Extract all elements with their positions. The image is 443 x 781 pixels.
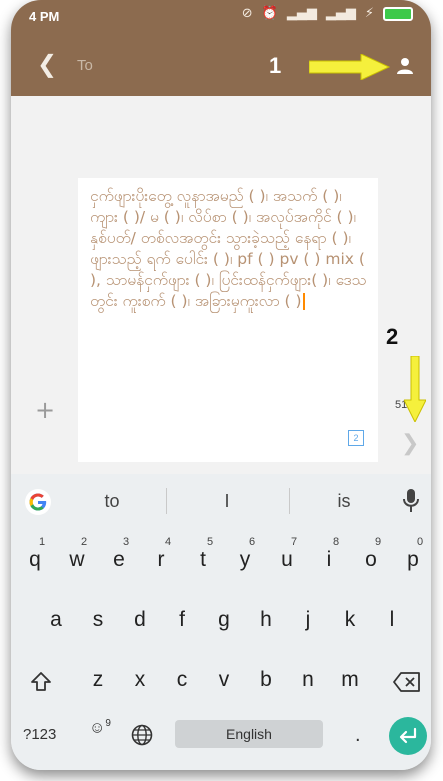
key-row-3: z x c v b n m (11, 668, 431, 718)
suggestion-divider (166, 488, 167, 514)
sim-badge[interactable]: 2 (348, 430, 364, 446)
key-row-1: q1 w2 e3 r4 t5 y6 u7 i8 o9 p0 (11, 536, 431, 598)
symbols-key[interactable]: ?123 (23, 726, 56, 743)
annotation-label-2: 2 (386, 324, 399, 349)
key-s[interactable]: s (80, 608, 116, 632)
mute-icon: ⊘ (241, 6, 253, 21)
period-key[interactable]: . (355, 724, 361, 747)
key-h[interactable]: h (248, 608, 284, 632)
key-y[interactable]: y6 (227, 536, 263, 572)
emoji-icon: ☺ (89, 719, 106, 737)
app-bar: 4 PM ⊘ ⏰ ▂▄▆ ▂▄▆ ⚡ ❮ To 1 (11, 0, 431, 96)
key-c[interactable]: c (164, 668, 200, 692)
key-z[interactable]: z (80, 668, 116, 692)
emoji-key[interactable]: ☺9 (89, 718, 111, 737)
key-q[interactable]: q1 (17, 536, 53, 572)
backspace-icon[interactable] (393, 672, 421, 692)
space-bar[interactable]: English (175, 720, 323, 748)
google-logo-icon[interactable] (25, 489, 51, 515)
message-composer: ငှက်ဖျားပိုးတွေ့ လူနာအမည် ( )၊ အသက် ( )၊… (11, 96, 431, 474)
key-m[interactable]: m (332, 668, 368, 692)
key-row-2: a s d f g h j k l (11, 608, 431, 658)
status-time: 4 PM (29, 9, 60, 24)
suggestion-1[interactable]: to (89, 491, 135, 512)
suggestion-2[interactable]: I (204, 491, 250, 512)
annotation-label-1: 1 (269, 53, 282, 78)
key-f[interactable]: f (164, 608, 200, 632)
suggestion-divider (289, 488, 290, 514)
key-r[interactable]: r4 (143, 536, 179, 572)
phone-screen: 4 PM ⊘ ⏰ ▂▄▆ ▂▄▆ ⚡ ❮ To 1 ငှက်ဖျားပိုးတွ… (11, 0, 431, 770)
key-o[interactable]: o9 (353, 536, 389, 572)
key-t[interactable]: t5 (185, 536, 221, 572)
key-e[interactable]: e3 (101, 536, 137, 572)
add-attachment-icon[interactable]: + (35, 396, 55, 424)
message-text[interactable]: ငှက်ဖျားပိုးတွေ့ လူနာအမည် ( )၊ အသက် ( )၊… (90, 186, 372, 312)
key-b[interactable]: b (248, 668, 284, 692)
shift-icon[interactable] (29, 670, 53, 694)
signal-2-icon: ▂▄▆ (325, 6, 356, 21)
enter-key[interactable] (389, 717, 427, 755)
key-v[interactable]: v (206, 668, 242, 692)
contact-icon[interactable] (396, 57, 414, 75)
suggestion-3[interactable]: is (321, 491, 367, 512)
key-u[interactable]: u7 (269, 536, 305, 572)
key-i[interactable]: i8 (311, 536, 347, 572)
key-d[interactable]: d (122, 608, 158, 632)
annotation-arrow-down-icon (404, 356, 426, 422)
globe-icon[interactable] (131, 724, 153, 746)
message-input[interactable]: ငှက်ဖျားပိုးတွေ့ လူနာအမည် ( )၊ အသက် ( )၊… (78, 178, 378, 462)
status-bar: 4 PM ⊘ ⏰ ▂▄▆ ▂▄▆ ⚡ (11, 0, 431, 30)
key-n[interactable]: n (290, 668, 326, 692)
key-j[interactable]: j (290, 608, 326, 632)
signal-1-icon: ▂▄▆ (286, 6, 317, 21)
alarm-icon: ⏰ (261, 6, 278, 21)
key-w[interactable]: w2 (59, 536, 95, 572)
keyboard: to I is q1 w2 e3 r4 t5 y6 u7 i8 o9 p0 a (11, 474, 431, 770)
send-chevron-icon[interactable]: ❯ (401, 431, 419, 456)
enter-icon (399, 727, 417, 744)
microphone-icon[interactable] (403, 488, 419, 514)
key-g[interactable]: g (206, 608, 242, 632)
key-x[interactable]: x (122, 668, 158, 692)
recipient-input[interactable]: To (77, 57, 93, 74)
back-arrow-icon[interactable]: ❮ (37, 52, 57, 76)
key-k[interactable]: k (332, 608, 368, 632)
suggestion-strip: to I is (11, 474, 431, 528)
battery-icon (383, 7, 413, 21)
text-caret (302, 293, 305, 310)
annotation-arrow-right-icon (309, 54, 391, 80)
key-a[interactable]: a (38, 608, 74, 632)
key-l[interactable]: l (374, 608, 410, 632)
key-p[interactable]: p0 (395, 536, 431, 572)
charging-icon: ⚡ (364, 6, 374, 21)
status-icons: ⊘ ⏰ ▂▄▆ ▂▄▆ ⚡ (242, 6, 413, 22)
